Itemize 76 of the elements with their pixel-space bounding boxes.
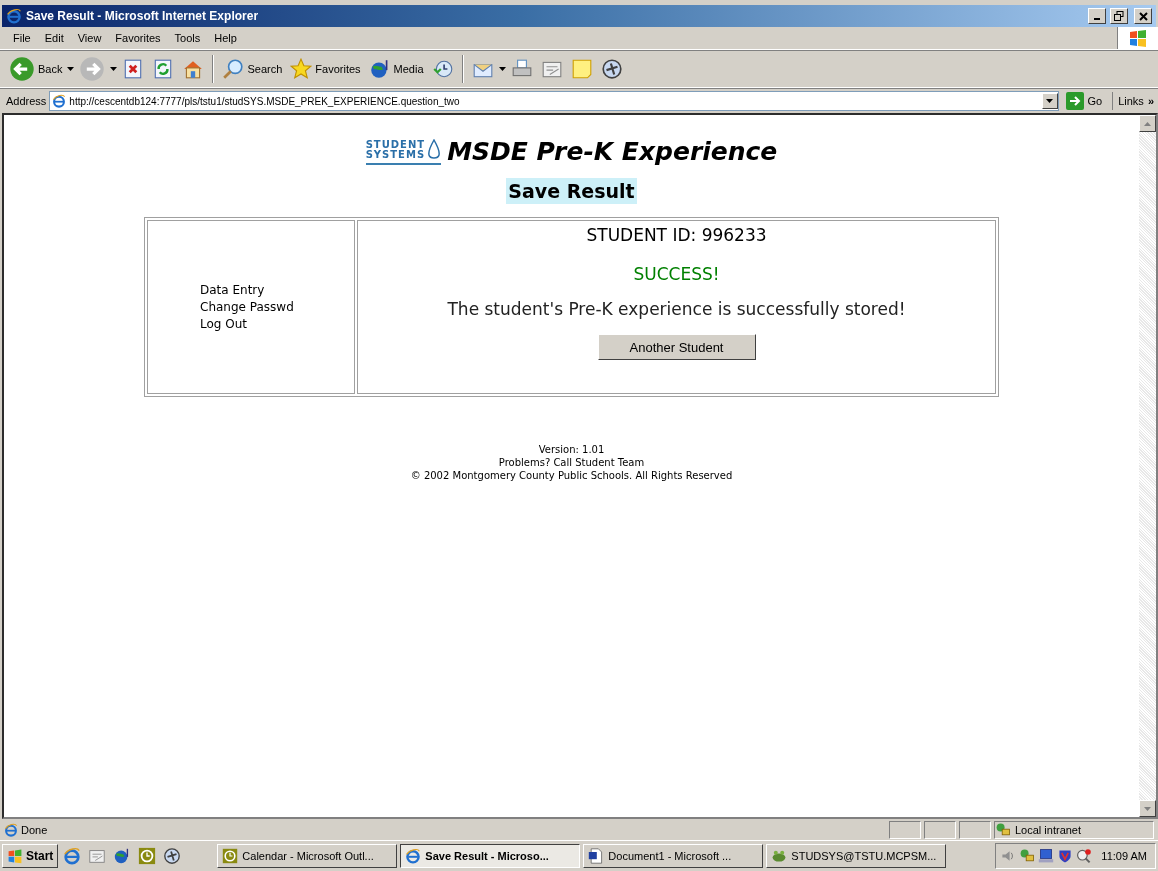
- status-pane: [924, 820, 956, 839]
- scroll-down-button[interactable]: [1139, 800, 1156, 817]
- scroll-up-button[interactable]: [1139, 115, 1156, 132]
- star-icon: [290, 58, 313, 80]
- nav-link[interactable]: Change Passwd: [200, 300, 354, 314]
- windows-flag-icon: [1128, 28, 1148, 48]
- history-clock-icon: [431, 58, 454, 80]
- clock: 11:09 AM: [1101, 850, 1147, 862]
- windows-flag-icon: [7, 848, 23, 864]
- footer-line: Problems? Call Student Team: [498, 456, 645, 469]
- go-button[interactable]: Go: [1061, 92, 1114, 110]
- ie-logo-icon: [4, 822, 18, 837]
- caret-icon[interactable]: [67, 67, 75, 71]
- status-pane: [889, 820, 921, 839]
- taskbar-button[interactable]: Calendar - Microsoft Outl...: [217, 844, 398, 868]
- search-button[interactable]: Search: [219, 56, 286, 82]
- window-title: Save Result - Microsoft Internet Explorer: [26, 9, 260, 23]
- status-pane: [959, 820, 991, 839]
- page-subheading: Save Result: [506, 178, 637, 204]
- scrollbar[interactable]: [1139, 115, 1156, 817]
- menu-item[interactable]: File: [6, 30, 38, 46]
- magnifier-icon: [1076, 848, 1093, 864]
- clock-icon: [138, 847, 157, 865]
- down-arrow-icon: [1144, 806, 1151, 811]
- menu-item[interactable]: View: [70, 30, 109, 46]
- page-heading: MSDE Pre-K Experience: [447, 137, 778, 166]
- network-icon: [995, 821, 1011, 838]
- close-icon: [1138, 11, 1148, 21]
- favorites-button[interactable]: Favorites: [287, 56, 364, 82]
- zone-panel: Local intranet: [994, 820, 1154, 839]
- minimize-button[interactable]: [1088, 8, 1106, 24]
- up-arrow-icon: [1144, 121, 1151, 126]
- arrow-right-icon: [1065, 92, 1084, 110]
- result-message: The student's Pre-K experience is successfully stored!: [447, 299, 906, 319]
- close-button[interactable]: [1134, 8, 1152, 24]
- status-text: Done: [21, 823, 49, 836]
- address-field[interactable]: http://cescentdb124:7777/pls/tstu1/studSYS.MSDE_PREK_EXPERIENCE.question_two: [49, 91, 1059, 111]
- shield-icon: [1057, 848, 1074, 864]
- clock-icon: [222, 848, 239, 864]
- ie-logo-icon: [52, 94, 67, 108]
- logo: STUDENT SYSTEMS: [365, 138, 442, 165]
- media-button[interactable]: Media: [365, 56, 427, 82]
- document-icon: [588, 848, 605, 864]
- menu-item[interactable]: Edit: [37, 30, 71, 46]
- student-id: STUDENT ID: 996233: [586, 225, 767, 245]
- back-button[interactable]: Back: [6, 54, 66, 84]
- caret-icon[interactable]: [110, 67, 118, 71]
- taskbar-button[interactable]: Document1 - Microsoft ...: [583, 844, 764, 868]
- caret-icon[interactable]: [498, 67, 506, 71]
- network-icon: [1019, 848, 1036, 864]
- another-student-button[interactable]: Another Student: [597, 334, 756, 360]
- footer-line: Version: 1.01: [538, 443, 605, 456]
- ie-logo-icon: [6, 8, 22, 24]
- success-message: SUCCESS!: [633, 264, 720, 284]
- menu-item[interactable]: Tools: [167, 30, 208, 46]
- start-button[interactable]: Start: [2, 844, 59, 868]
- edit-page-icon: [88, 847, 107, 865]
- nav-link[interactable]: Log Out: [200, 317, 354, 331]
- taskbar-button[interactable]: Save Result - Microso...: [400, 844, 581, 868]
- links-button[interactable]: Links »: [1116, 95, 1156, 107]
- caret-icon: [1046, 99, 1053, 103]
- dropdown-button[interactable]: [1041, 93, 1058, 109]
- menu-item[interactable]: Favorites: [108, 30, 168, 46]
- sticky-note-icon: [570, 58, 593, 80]
- taskbar-button[interactable]: STUDSYS@TSTU.MCPSM...: [766, 844, 947, 868]
- menu-item[interactable]: Help: [207, 30, 244, 46]
- footer-line: © 2002 Montgomery County Public Schools. All Rights Reserved: [410, 469, 733, 482]
- ie-logo-icon: [63, 847, 82, 865]
- nav-link[interactable]: Data Entry: [200, 283, 354, 297]
- address-label: Address: [6, 95, 47, 107]
- frog-icon: [771, 848, 788, 864]
- search-icon: [222, 58, 245, 80]
- computer-icon: [1038, 848, 1055, 864]
- ie-logo-icon: [405, 848, 422, 864]
- restore-button[interactable]: [1110, 8, 1128, 24]
- restore-icon: [1114, 11, 1124, 21]
